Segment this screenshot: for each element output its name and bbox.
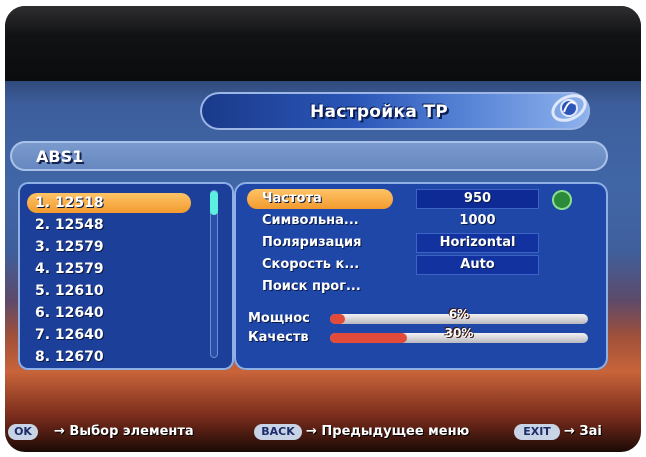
tp-list-item[interactable]: 7. 12640 bbox=[27, 325, 191, 345]
tp-list-scroll-thumb[interactable] bbox=[210, 191, 218, 215]
tp-list-item[interactable]: 1. 12518 bbox=[27, 193, 191, 213]
quality-meter-label: Качеств bbox=[248, 330, 309, 345]
frequency-label[interactable]: Частота bbox=[262, 189, 322, 209]
tp-list-scrollbar[interactable] bbox=[210, 190, 218, 358]
satellite-bar bbox=[10, 141, 608, 171]
polarization-label[interactable]: Поляризация bbox=[262, 233, 362, 253]
tp-list-item[interactable]: 6. 12640 bbox=[27, 303, 191, 323]
satellite-name: ABS1 bbox=[36, 147, 84, 166]
exit-key: EXIT bbox=[514, 424, 560, 440]
power-meter: 6% bbox=[330, 307, 588, 324]
tp-list-item[interactable]: 2. 12548 bbox=[27, 215, 191, 235]
page-title: Настройка ТР bbox=[310, 102, 448, 122]
ok-key: OK bbox=[8, 424, 38, 440]
search-programs-item[interactable]: Поиск прог... bbox=[262, 277, 361, 297]
symbol-rate-value[interactable]: 1000 bbox=[416, 211, 539, 231]
ok-hint: → Выбор элемента bbox=[54, 424, 194, 439]
tv-bezel-top bbox=[5, 6, 641, 81]
symbol-rate-label[interactable]: Символьна... bbox=[262, 211, 359, 231]
speed-label[interactable]: Скорость к... bbox=[262, 255, 359, 275]
quality-meter-value: 30% bbox=[444, 326, 474, 340]
speed-value[interactable]: Auto bbox=[416, 255, 539, 275]
exit-hint: → Заі bbox=[564, 424, 602, 439]
quality-meter: 30% bbox=[330, 326, 588, 343]
power-meter-value: 6% bbox=[448, 307, 470, 321]
tp-list-item[interactable]: 4. 12579 bbox=[27, 259, 191, 279]
tp-list-item[interactable]: 5. 12610 bbox=[27, 281, 191, 301]
logo-icon bbox=[551, 94, 587, 122]
tp-list-item[interactable]: 3. 12579 bbox=[27, 237, 191, 257]
back-hint: → Предыдущее меню bbox=[306, 424, 470, 439]
power-meter-label: Мощнос bbox=[248, 311, 310, 326]
tp-list-item[interactable]: 8. 12670 bbox=[27, 347, 191, 367]
frequency-value[interactable]: 950 bbox=[416, 189, 539, 209]
polarization-value[interactable]: Horizontal bbox=[416, 233, 539, 253]
antenna-icon bbox=[552, 190, 572, 210]
back-key: BACK bbox=[254, 424, 302, 440]
